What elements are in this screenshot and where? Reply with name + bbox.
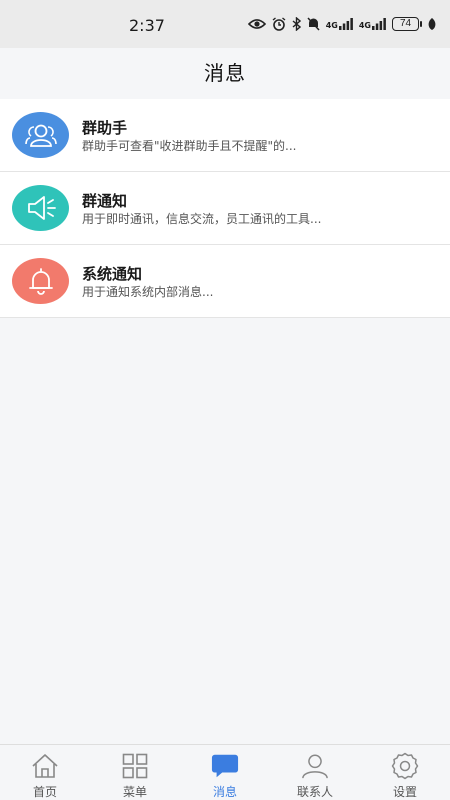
chat-icon (211, 752, 239, 780)
contact-icon (301, 752, 329, 780)
bottom-tab-bar: 首页 菜单 消息 联系人 设置 (0, 744, 450, 800)
group-icon (12, 112, 69, 158)
bell-icon (12, 258, 69, 304)
home-icon (31, 752, 59, 780)
battery-level: 74 (392, 17, 419, 31)
message-title: 群通知 (82, 192, 128, 210)
status-icons: 4G 4G 74 (247, 17, 436, 31)
message-title: 系统通知 (82, 265, 143, 283)
message-title: 群助手 (82, 119, 128, 137)
mute-bell-icon (307, 17, 320, 31)
status-time: 2:37 (129, 16, 165, 35)
network-label-2: 4G (358, 21, 371, 30)
tab-label: 首页 (32, 785, 57, 799)
message-subtitle: 群助手可查看"收进群助手且不提醒"的... (82, 139, 297, 153)
network-label-1: 4G (325, 21, 338, 30)
leaf-icon (428, 18, 436, 30)
tab-messages[interactable]: 消息 (180, 745, 270, 800)
tab-label: 消息 (212, 785, 237, 799)
speaker-icon (12, 185, 69, 231)
tab-settings[interactable]: 设置 (360, 745, 450, 800)
grid-icon (121, 752, 149, 780)
tab-menu[interactable]: 菜单 (90, 745, 180, 800)
page-title: 消息 (204, 61, 246, 85)
battery-icon: 74 (392, 17, 422, 31)
page-header: 消息 (0, 48, 450, 98)
tab-label: 联系人 (296, 785, 333, 799)
tab-label: 菜单 (122, 785, 147, 799)
tab-home[interactable]: 首页 (0, 745, 90, 800)
gear-icon (391, 752, 419, 780)
tab-contacts[interactable]: 联系人 (270, 745, 360, 800)
message-list: 群助手 群助手可查看"收进群助手且不提醒"的... 群通知 用于即时通讯，信息交… (0, 99, 450, 318)
tab-label: 设置 (392, 785, 417, 799)
message-item-group-assistant[interactable]: 群助手 群助手可查看"收进群助手且不提醒"的... (0, 99, 450, 172)
status-bar: 2:37 4G 4G 74 (0, 0, 450, 48)
bluetooth-icon (292, 17, 301, 31)
signal-icon-2: 4G (359, 18, 386, 30)
message-item-system-notice[interactable]: 系统通知 用于通知系统内部消息... (0, 245, 450, 318)
alarm-icon (272, 17, 286, 31)
message-subtitle: 用于即时通讯，信息交流，员工通讯的工具... (82, 212, 322, 226)
message-item-group-notice[interactable]: 群通知 用于即时通讯，信息交流，员工通讯的工具... (0, 172, 450, 245)
signal-icon-1: 4G (326, 18, 353, 30)
message-subtitle: 用于通知系统内部消息... (82, 285, 214, 299)
eye-icon (247, 18, 266, 30)
